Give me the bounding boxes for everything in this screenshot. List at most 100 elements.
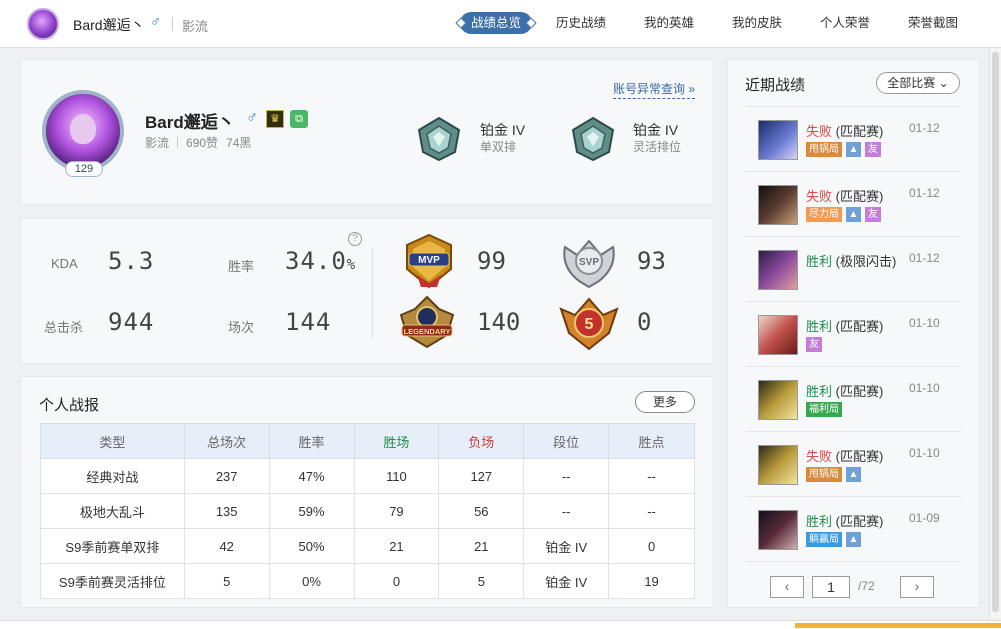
kills-label: 总击杀	[44, 320, 84, 335]
list-item[interactable]: 胜利 (匹配赛) 01-10 友	[745, 301, 961, 366]
match-tag: 躺赢局	[806, 532, 842, 547]
platinum-rank-icon	[571, 116, 615, 162]
tab-honors[interactable]: 个人荣誉	[812, 12, 878, 34]
svp-medal-icon: SVP	[563, 239, 615, 289]
copy-icon[interactable]: ⧉	[290, 110, 308, 128]
champion-avatar	[758, 250, 798, 290]
winrate-value: 34.0%	[285, 247, 357, 275]
list-item[interactable]: 胜利 (匹配赛) 01-09 躺赢局 ▲	[745, 496, 961, 561]
cell: 110	[353, 458, 440, 494]
match-date: 01-12	[909, 121, 940, 135]
prev-page-button[interactable]: ‹	[770, 576, 804, 598]
svg-text:LEGENDARY: LEGENDARY	[404, 327, 451, 336]
table-header: 类型 总场次 胜率 胜场 负场 段位 胜点	[40, 423, 695, 459]
match-tag: 甩锅局	[806, 142, 842, 157]
cell: --	[523, 493, 610, 529]
report-table: 类型 总场次 胜率 胜场 负场 段位 胜点 经典对战 237 47% 110 127 --…	[40, 423, 695, 599]
screenshot-icon[interactable]: ▲	[846, 142, 861, 157]
svg-text:MVP: MVP	[418, 255, 440, 266]
table-row: S9季前赛单双排 42 50% 21 21 铂金 IV 0	[40, 528, 695, 564]
list-item[interactable]: 胜利 (极限闪击) 01-12	[745, 236, 961, 301]
help-icon[interactable]: ?	[348, 232, 362, 246]
list-item[interactable]: 失败 (匹配赛) 01-12 甩锅局 ▲ 友	[745, 106, 961, 171]
list-item[interactable]: 失败 (匹配赛) 01-10 甩锅局 ▲	[745, 431, 961, 496]
divider	[372, 247, 373, 339]
cell: 50%	[268, 528, 355, 564]
games-value: 144	[285, 308, 332, 336]
cell: 59%	[268, 493, 355, 529]
flex-rank-queue: 灵活排位	[633, 140, 682, 154]
winrate-label: 胜率	[228, 259, 255, 274]
svg-text:5: 5	[585, 316, 594, 333]
match-tag: 尽力局	[806, 207, 842, 222]
cell: 79	[353, 493, 440, 529]
profile-name: Bard邂逅丶	[145, 113, 235, 132]
list-item[interactable]: 失败 (匹配赛) 01-12 尽力局 ▲ 友	[745, 171, 961, 236]
cell: 56	[438, 493, 525, 529]
next-page-button[interactable]: ›	[900, 576, 934, 598]
honor-badge-icon[interactable]: ♛	[266, 110, 284, 128]
match-date: 01-10	[909, 316, 940, 330]
cell: 5	[183, 563, 270, 599]
pentakill-medal-icon: 5	[559, 297, 619, 351]
likes-count: 690赞	[186, 136, 219, 150]
kda-label: KDA	[51, 256, 78, 271]
cell: 47%	[268, 458, 355, 494]
solo-rank-tier: 铂金 IV	[480, 122, 526, 138]
col-lp: 胜点	[608, 423, 695, 459]
tab-skins[interactable]: 我的皮肤	[724, 12, 790, 34]
scrollbar[interactable]	[989, 48, 1001, 618]
legendary-count: 140	[477, 308, 521, 336]
match-result: 胜利	[806, 254, 833, 269]
friend-tag: 友	[865, 207, 881, 222]
page-input[interactable]: 1	[812, 576, 850, 598]
section-title: 近期战绩	[745, 77, 806, 94]
profile-avatar	[42, 90, 124, 172]
account-check-link[interactable]: 账号异常查询 »	[613, 80, 696, 99]
blacks-count: 74黑	[226, 136, 252, 150]
match-mode: (匹配赛)	[835, 189, 884, 204]
scrollbar-thumb[interactable]	[992, 52, 999, 612]
stats-card: KDA 5.3 胜率 34.0% ? 总击杀 944 场次 144 MVP 99…	[20, 218, 714, 364]
match-mode: (匹配赛)	[835, 319, 884, 334]
match-mode: (匹配赛)	[835, 449, 884, 464]
col-tier: 段位	[523, 423, 610, 459]
match-mode: (匹配赛)	[835, 514, 884, 529]
match-result: 失败	[806, 189, 833, 204]
flex-rank-tier: 铂金 IV	[633, 122, 679, 138]
cell: 5	[438, 563, 525, 599]
avatar[interactable]	[27, 8, 59, 40]
match-filter-dropdown[interactable]: 全部比赛 ⌄	[876, 72, 960, 94]
match-date: 01-12	[909, 186, 940, 200]
screenshot-icon[interactable]: ▲	[846, 207, 861, 222]
kda-value: 5.3	[108, 247, 155, 275]
mvp-medal-icon: MVP	[406, 233, 452, 289]
tab-overview[interactable]: 战绩总览	[460, 12, 532, 34]
cell: 铂金 IV	[523, 563, 610, 599]
tab-screenshots[interactable]: 荣誉截图	[900, 12, 966, 34]
platinum-rank-icon	[417, 116, 461, 162]
champion-avatar	[758, 315, 798, 355]
table-row: 极地大乱斗 135 59% 79 56 -- --	[40, 493, 695, 529]
match-result: 胜利	[806, 514, 833, 529]
cell: 铂金 IV	[523, 528, 610, 564]
match-date: 01-09	[909, 511, 940, 525]
legendary-medal-icon: LEGENDARY	[399, 295, 455, 349]
cell: --	[608, 493, 695, 529]
username: Bard邂逅丶	[73, 17, 145, 33]
cell: 21	[353, 528, 440, 564]
profile-card: 129 Bard邂逅丶 ♂ ♛ ⧉ 影流 690赞 74黑 账号异常查询 » 铂金 …	[20, 59, 714, 205]
tab-heroes[interactable]: 我的英雄	[636, 12, 702, 34]
recent-matches-card: 近期战绩 全部比赛 ⌄ 失败 (匹配赛) 01-12 甩锅局 ▲ 友 失败 (匹…	[727, 59, 980, 608]
personal-report-card: 个人战报 更多 类型 总场次 胜率 胜场 负场 段位 胜点 经典对战 237 47%…	[20, 376, 714, 608]
progress-strip	[795, 623, 1001, 628]
list-item[interactable]: 胜利 (匹配赛) 01-10 福利局	[745, 366, 961, 431]
tab-history[interactable]: 历史战绩	[548, 12, 614, 34]
male-icon: ♂	[246, 109, 258, 126]
table-row: 经典对战 237 47% 110 127 -- --	[40, 458, 695, 494]
cell: --	[523, 458, 610, 494]
screenshot-icon[interactable]: ▲	[846, 532, 861, 547]
cell: 21	[438, 528, 525, 564]
more-button[interactable]: 更多	[635, 391, 695, 413]
screenshot-icon[interactable]: ▲	[846, 467, 861, 482]
